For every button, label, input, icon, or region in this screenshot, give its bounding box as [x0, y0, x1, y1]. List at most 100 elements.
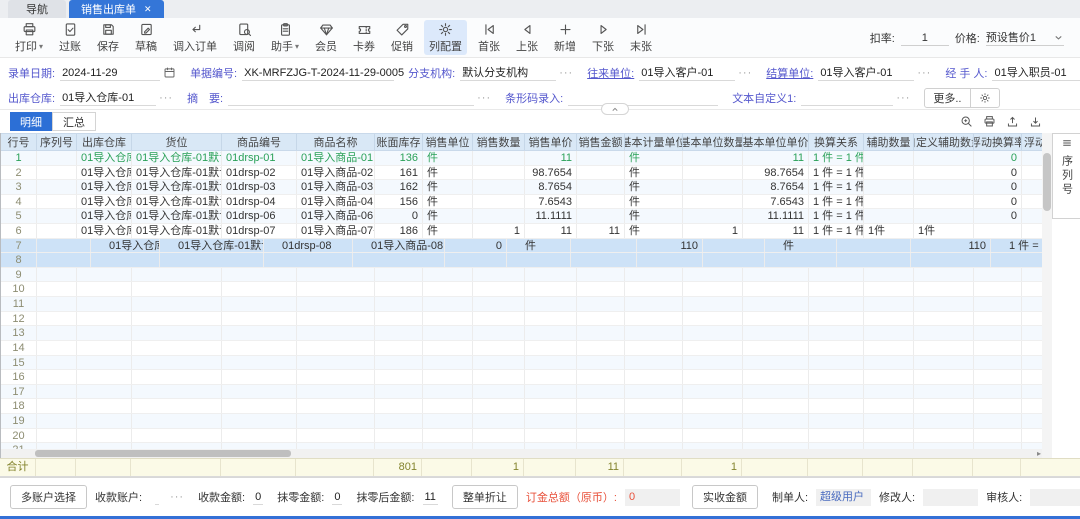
grid-cell-qty[interactable] [473, 297, 525, 311]
grid-cell-aux[interactable] [864, 429, 914, 443]
grid-cell-price[interactable] [525, 429, 577, 443]
tab-sales-outbound[interactable]: 销售出库单 ✕ [69, 0, 164, 18]
grid-cell-custom_aux[interactable] [914, 166, 974, 180]
tab-navigation[interactable]: 导航 [8, 0, 66, 18]
grid-cell-warehouse[interactable] [77, 297, 132, 311]
record-date-input[interactable]: 2024-11-29 [60, 65, 160, 81]
last-button[interactable]: 末张 [625, 20, 657, 55]
grid-cell-base_unit[interactable]: 件 [625, 195, 683, 209]
grid-cell-no[interactable]: 11 [1, 297, 37, 311]
grid-cell-code[interactable]: 01drsp-04 [222, 195, 297, 209]
grid-cell-warehouse[interactable]: 01导入仓库-... [77, 151, 132, 165]
grid-cell-base_qty[interactable] [683, 209, 743, 223]
grid-cell-stock[interactable]: 136 [375, 151, 423, 165]
grid-cell-price[interactable]: 110 [651, 239, 703, 253]
grid-cell-amount[interactable] [577, 151, 625, 165]
settle-unit-label[interactable]: 结算单位: [766, 65, 813, 81]
grid-row[interactable]: 11 [1, 297, 1042, 312]
grid-cell-conv[interactable] [809, 282, 864, 296]
grid-cell-serial[interactable] [37, 209, 77, 223]
grid-cell-warehouse[interactable] [77, 356, 132, 370]
grid-cell-unit[interactable] [423, 399, 473, 413]
grid-cell-stock[interactable] [375, 341, 423, 355]
grid-cell-price[interactable] [525, 399, 577, 413]
grid-cell-aux[interactable] [864, 180, 914, 194]
doc-number-input[interactable]: XK-MRFZJG-T-2024-11-29-0005 [242, 65, 394, 81]
customer-input[interactable]: 01导入客户-01 [639, 65, 735, 81]
grid-cell-no[interactable]: 5 [1, 209, 37, 223]
grid-cell-code[interactable] [222, 414, 297, 428]
grid-cell-custom_aux[interactable]: 1件 [914, 224, 974, 238]
grid-row[interactable]: 12 [1, 312, 1042, 327]
grid-cell-float_rate[interactable] [974, 385, 1022, 399]
grid-cell-unit[interactable] [423, 312, 473, 326]
grid-cell-float_rate[interactable] [974, 268, 1022, 282]
grid-cell-float_rate[interactable]: 0 [974, 195, 1022, 209]
grid-row[interactable]: 101导入仓库-...01导入仓库-01默认货位01drsp-0101导入商品-… [1, 151, 1042, 166]
grid-cell-code[interactable] [222, 341, 297, 355]
grid-cell-custom_aux[interactable] [914, 312, 974, 326]
grid-cell-code[interactable] [222, 312, 297, 326]
grid-cell-qty[interactable] [473, 429, 525, 443]
grid-cell-stock[interactable]: 0 [459, 239, 507, 253]
grid-cell-code[interactable] [222, 385, 297, 399]
grid-row[interactable]: 301导入仓库-...01导入仓库-01默认货位01drsp-0301导入商品-… [1, 180, 1042, 195]
grid-cell-name[interactable] [297, 297, 375, 311]
grid-cell-code[interactable]: 01drsp-01 [222, 151, 297, 165]
grid-cell-base_unit[interactable] [625, 268, 683, 282]
grid-cell-amount[interactable] [577, 429, 625, 443]
grid-cell-base_qty[interactable] [683, 326, 743, 340]
grid-cell-base_price[interactable] [743, 370, 809, 384]
grid-cell-float2[interactable] [1022, 341, 1042, 355]
grid-cell-aux[interactable] [864, 209, 914, 223]
grid-cell-float2[interactable] [1022, 151, 1042, 165]
grid-cell-no[interactable]: 18 [1, 399, 37, 413]
grid-cell-price[interactable] [651, 253, 703, 267]
grid-cell-base_qty[interactable] [851, 253, 911, 267]
grid-cell-stock[interactable] [375, 282, 423, 296]
grid-cell-stock[interactable]: 156 [375, 195, 423, 209]
grid-cell-custom_aux[interactable] [914, 370, 974, 384]
grid-cell-price[interactable] [525, 326, 577, 340]
receive-account-lookup-button[interactable]: ··· [170, 491, 184, 503]
grid-cell-float_rate[interactable]: 0 [974, 166, 1022, 180]
grid-cell-serial[interactable] [37, 297, 77, 311]
grid-cell-qty[interactable] [585, 253, 637, 267]
outbound-warehouse-input[interactable]: 01导入仓库-01 [60, 90, 156, 106]
grid-cell-qty[interactable] [473, 209, 525, 223]
grid-cell-no[interactable]: 16 [1, 370, 37, 384]
grid-cell-no[interactable]: 19 [1, 414, 37, 428]
grid-cell-float2[interactable] [1022, 195, 1042, 209]
draft-button[interactable]: 草稿 [130, 20, 162, 55]
grid-cell-float2[interactable] [1022, 385, 1042, 399]
grid-cell-location[interactable]: 01导入仓库-01默认货位 [132, 195, 222, 209]
grid-cell-warehouse[interactable]: 01导入仓库-... [77, 180, 132, 194]
serial-number-side-tab[interactable]: 序列号 [1052, 133, 1080, 219]
grid-cell-aux[interactable] [864, 341, 914, 355]
grid-cell-no[interactable]: 3 [1, 180, 37, 194]
grid-cell-no[interactable]: 2 [1, 166, 37, 180]
grid-cell-float2[interactable] [1022, 224, 1042, 238]
grid-cell-qty[interactable] [473, 326, 525, 340]
grid-cell-serial[interactable] [37, 151, 77, 165]
grid-cell-base_qty[interactable]: 1 [683, 224, 743, 238]
grid-cell-base_unit[interactable]: 件 [625, 180, 683, 194]
grid-cell-conv[interactable] [809, 268, 864, 282]
grid-row[interactable]: 17 [1, 385, 1042, 400]
grid-cell-location[interactable] [132, 341, 222, 355]
grid-cell-custom_aux[interactable] [914, 180, 974, 194]
grid-cell-amount[interactable] [577, 282, 625, 296]
grid-cell-amount[interactable] [577, 180, 625, 194]
grid-cell-amount[interactable] [577, 341, 625, 355]
text-custom1-input[interactable] [801, 90, 893, 106]
grid-cell-stock[interactable] [375, 370, 423, 384]
grid-cell-amount[interactable] [577, 326, 625, 340]
grid-cell-price[interactable] [525, 385, 577, 399]
grid-cell-float_rate[interactable] [974, 341, 1022, 355]
grid-cell-aux[interactable] [864, 282, 914, 296]
grid-cell-qty[interactable] [473, 268, 525, 282]
grid-cell-serial[interactable] [37, 312, 77, 326]
column-header-name[interactable]: 商品名称 [297, 134, 375, 150]
summary-input[interactable] [228, 90, 474, 106]
grid-cell-base_price[interactable]: 11.1111 [743, 209, 809, 223]
